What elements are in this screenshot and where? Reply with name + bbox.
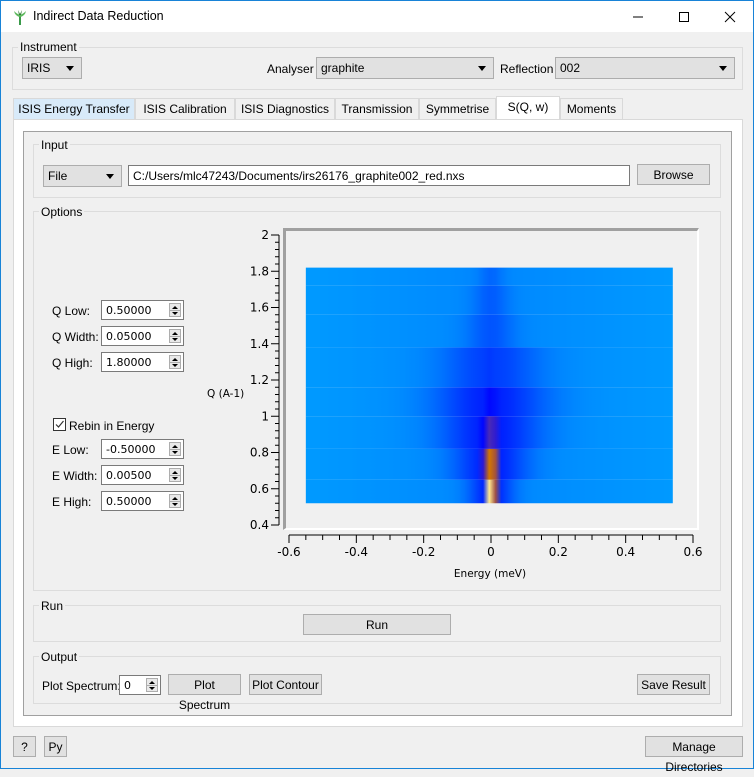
x-tick-label: -0.4 bbox=[345, 545, 368, 559]
sqw-contour-plot[interactable]: 0.4 0.6 0.8 1 1.2 1.4 1.6 1.8 2 -0.6 -0.4 -0.2 0 0.2… bbox=[1, 1, 754, 770]
heatmap-row bbox=[305, 285, 673, 315]
run-button[interactable]: Run bbox=[303, 614, 451, 635]
x-tick-label: 0 bbox=[487, 545, 495, 559]
heatmap-row bbox=[305, 267, 673, 286]
y-tick-label: 1.2 bbox=[250, 373, 269, 387]
x-tick-label: -0.2 bbox=[412, 545, 435, 559]
heatmap-layer bbox=[305, 267, 673, 504]
plot-spectrum-label: Plot Spectrum: bbox=[42, 679, 121, 693]
heatmap-row bbox=[305, 314, 673, 348]
y-axis: 0.4 0.6 0.8 1 1.2 1.4 1.6 1.8 2 bbox=[250, 228, 280, 532]
save-result-button[interactable]: Save Result bbox=[637, 674, 710, 695]
y-tick-label: 1 bbox=[261, 409, 269, 423]
heatmap-row bbox=[305, 347, 673, 388]
y-tick-label: 1.8 bbox=[250, 264, 269, 278]
y-tick-label: 0.8 bbox=[250, 446, 269, 460]
y-tick-label: 0.6 bbox=[250, 482, 269, 496]
spin-arrows-icon[interactable] bbox=[146, 678, 158, 692]
y-tick-label: 1.6 bbox=[250, 301, 269, 315]
main-window: Indirect Data Reduction Instrument IRIS … bbox=[0, 0, 754, 774]
heatmap-row bbox=[305, 387, 673, 417]
output-group-title: Output bbox=[39, 650, 80, 664]
heatmap-row bbox=[305, 479, 673, 504]
x-tick-label: 0.2 bbox=[549, 545, 568, 559]
x-tick-label: -0.6 bbox=[277, 545, 300, 559]
heatmap-row bbox=[305, 416, 673, 449]
manage-directories-button[interactable]: Manage Directories bbox=[645, 736, 743, 774]
heatmap-row bbox=[305, 448, 673, 480]
x-tick-label: 0.6 bbox=[683, 545, 702, 559]
y-tick-label: 1.4 bbox=[250, 337, 269, 351]
x-axis: -0.6 -0.4 -0.2 0 0.2 0.4 0.6 bbox=[277, 534, 703, 559]
help-button[interactable]: ? bbox=[13, 736, 36, 757]
x-tick-label: 0.4 bbox=[616, 545, 635, 559]
x-axis-label: Energy (meV) bbox=[454, 568, 526, 580]
run-group-title: Run bbox=[39, 599, 66, 613]
plot-spectrum-value: 0 bbox=[124, 679, 131, 692]
python-button[interactable]: Py bbox=[44, 736, 67, 757]
y-axis-label: Q (A-1) bbox=[207, 388, 244, 400]
plot-spectrum-button[interactable]: Plot Spectrum bbox=[168, 674, 241, 712]
y-tick-label: 2 bbox=[261, 228, 269, 242]
y-tick-label: 0.4 bbox=[250, 518, 269, 532]
plot-spectrum-spinbox[interactable]: 0 bbox=[119, 675, 161, 695]
plot-contour-button[interactable]: Plot Contour bbox=[249, 674, 322, 695]
